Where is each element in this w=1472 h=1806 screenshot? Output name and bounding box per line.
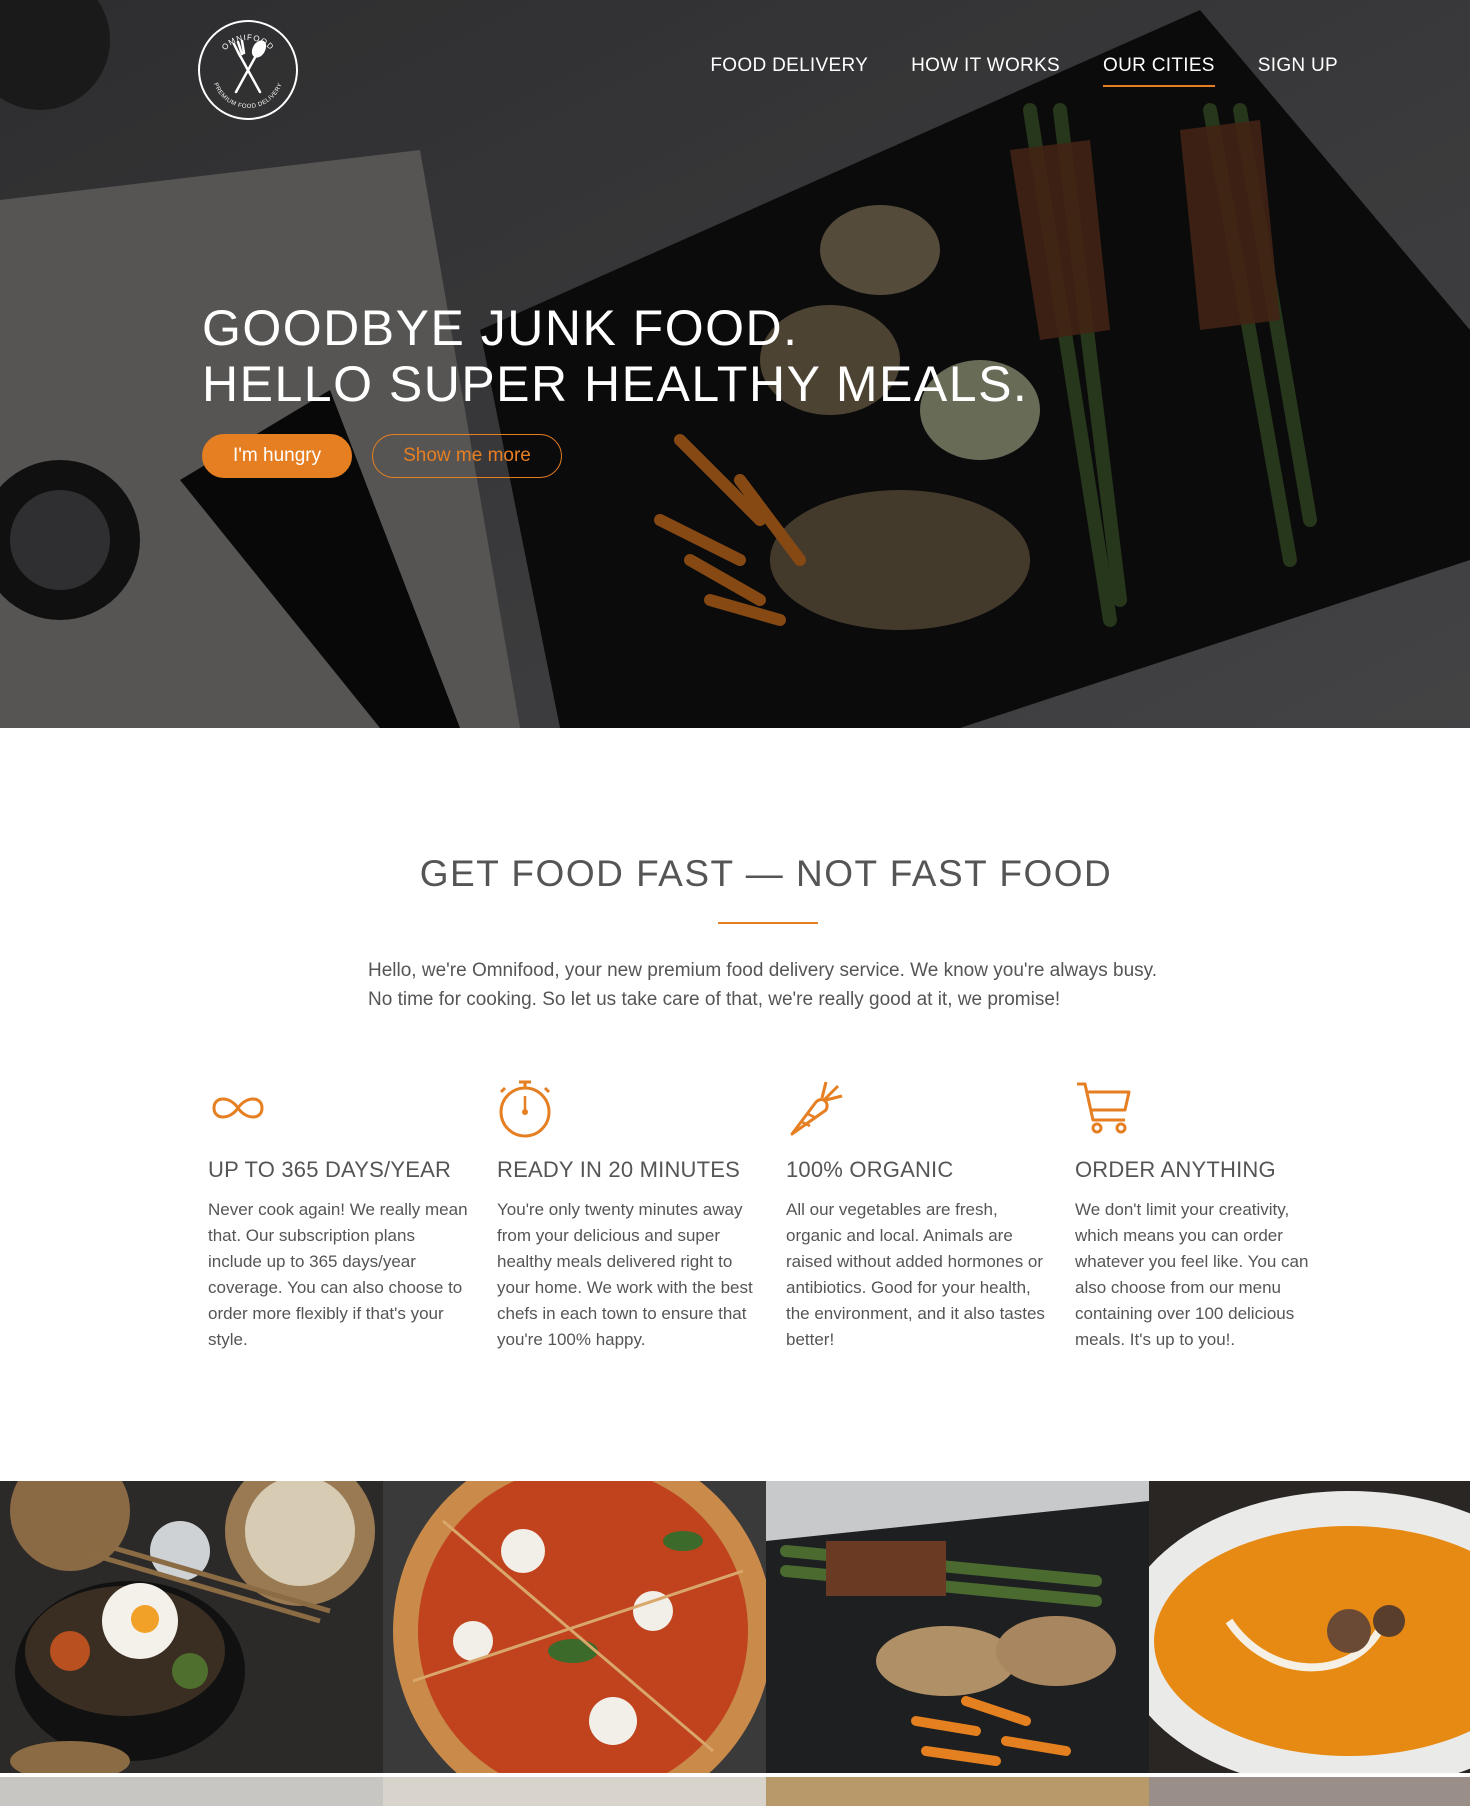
title-underline (718, 922, 818, 924)
section-intro: Hello, we're Omnifood, your new premium … (368, 956, 1188, 1014)
meals-showcase (0, 1481, 1472, 1806)
hero-buttons: I'm hungry Show me more (202, 434, 1028, 478)
feature-title: 100% ORGANIC (786, 1157, 954, 1182)
intro-line-2: No time for cooking. So let us take care… (368, 989, 1061, 1010)
meal-photo-row2-2 (383, 1777, 766, 1806)
feature-box-order-anything: ORDER ANYTHING We don't limit your creat… (1075, 1078, 1335, 1353)
hero-title-line1: GOODBYE JUNK FOOD. (202, 300, 799, 356)
show-me-more-button[interactable]: Show me more (372, 434, 562, 478)
meal-photo-bibimbap (0, 1481, 383, 1773)
section-title: GET FOOD FAST — NOT FAST FOOD (419, 853, 1113, 894)
im-hungry-button[interactable]: I'm hungry (202, 434, 353, 478)
hero-title: GOODBYE JUNK FOOD. HELLO SUPER HEALTHY M… (202, 300, 1028, 412)
stopwatch-icon (499, 1080, 551, 1138)
feature-title: ORDER ANYTHING (1075, 1157, 1276, 1182)
nav-our-cities[interactable]: OUR CITIES (1103, 55, 1215, 87)
intro-line-1: Hello, we're Omnifood, your new premium … (368, 960, 1158, 981)
features-section: GET FOOD FAST — NOT FAST FOOD Hello, we'… (0, 728, 1472, 1480)
feature-title: UP TO 365 DAYS/YEAR (208, 1157, 452, 1182)
logo-bottom-text: PREMIUM FOOD DELIVERY (212, 82, 283, 110)
nav-sign-up[interactable]: SIGN UP (1258, 55, 1338, 87)
hero-section: OMNIFOOD PREMIUM FOOD DELIVERY FOOD DELI… (0, 0, 1470, 728)
logo-top-text: OMNIFOOD (220, 33, 275, 52)
nav-food-delivery[interactable]: FOOD DELIVERY (710, 55, 868, 87)
feature-text: All our vegetables are fresh, organic an… (786, 1200, 1045, 1349)
feature-box-365-days: UP TO 365 DAYS/YEAR Never cook again! We… (208, 1078, 468, 1353)
nav-how-it-works[interactable]: HOW IT WORKS (911, 55, 1060, 87)
infinity-icon (212, 1097, 264, 1119)
feature-box-organic: 100% ORGANIC All our vegetables are fres… (786, 1078, 1046, 1353)
cart-icon (1077, 1082, 1131, 1134)
feature-title: READY IN 20 MINUTES (497, 1157, 741, 1182)
meal-photo-pizza (383, 1481, 766, 1773)
meal-photo-row2-3 (766, 1777, 1149, 1806)
feature-box-20-minutes: READY IN 20 MINUTES You're only twenty m… (497, 1078, 757, 1353)
feature-text: Never cook again! We really mean that. O… (208, 1200, 468, 1349)
meal-photo-chicken-asparagus (766, 1481, 1149, 1773)
feature-text: You're only twenty minutes away from you… (497, 1200, 753, 1349)
meal-photo-pumpkin-soup (1149, 1481, 1470, 1773)
svg-text:PREMIUM FOOD DELIVERY: PREMIUM FOOD DELIVERY (212, 82, 284, 110)
hero-text-box: GOODBYE JUNK FOOD. HELLO SUPER HEALTHY M… (202, 300, 1028, 478)
hero-title-line2: HELLO SUPER HEALTHY MEALS. (202, 356, 1029, 412)
main-nav: FOOD DELIVERY HOW IT WORKS OUR CITIES SI… (710, 55, 1338, 87)
omnifood-logo[interactable]: OMNIFOOD PREMIUM FOOD DELIVERY (198, 20, 298, 120)
meal-photo-row2-4 (1149, 1777, 1470, 1806)
meal-photo-row2-1 (0, 1777, 383, 1806)
carrot-icon (790, 1081, 843, 1136)
svg-text:OMNIFOOD: OMNIFOOD (220, 33, 276, 52)
feature-text: We don't limit your creativity, which me… (1075, 1200, 1309, 1349)
